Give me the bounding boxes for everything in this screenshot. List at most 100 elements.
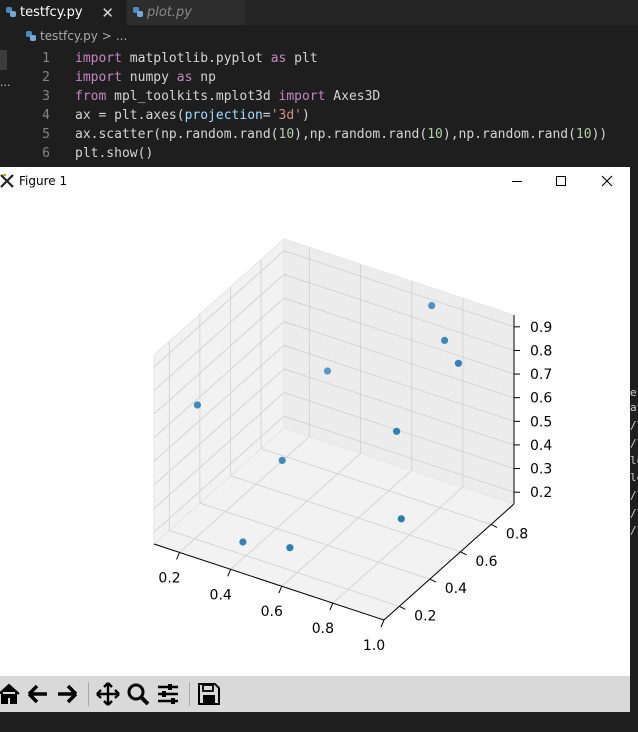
breadcrumb-file[interactable]: testfcy.py: [40, 29, 98, 43]
tab-label: testfcy.py: [20, 5, 83, 20]
scatter-point: [397, 515, 405, 523]
line-number: 3: [42, 89, 50, 104]
code-line[interactable]: 1 import matplotlib.pyplot as plt: [0, 49, 638, 68]
y-tick-label: 0.2: [414, 608, 436, 624]
code-token: ax = plt.axes(: [75, 108, 185, 123]
x-tick-label: 1.0: [363, 638, 385, 654]
panel-text-fragment: /l: [630, 437, 638, 450]
scatter-point: [278, 456, 286, 464]
line-number: 2: [42, 70, 50, 85]
y-tick-mark: [460, 551, 467, 556]
tab-label: plot.py: [147, 5, 192, 20]
code-line[interactable]: 3 from mpl_toolkits.mplot3d import Axes3D: [0, 87, 638, 106]
pan-icon[interactable]: [95, 681, 121, 707]
scatter-point: [428, 302, 436, 310]
code-line[interactable]: 2 import numpy as np: [0, 68, 638, 87]
code-token: )): [591, 127, 608, 142]
code-text: ax = plt.axes(projection='3d'): [75, 106, 310, 125]
code-token: import: [75, 51, 122, 66]
code-token: np: [192, 70, 216, 85]
configure-subplots-icon[interactable]: [155, 681, 181, 707]
code-token: import: [278, 89, 326, 104]
line-number: 6: [42, 146, 50, 161]
y-tick-label: 0.4: [445, 581, 467, 597]
z-tick-label: 0.4: [530, 438, 552, 454]
code-token: ),np.random.rand(: [294, 127, 428, 142]
line-number: 4: [42, 108, 50, 123]
code-token: as: [176, 70, 193, 85]
breadcrumb-separator: >: [101, 29, 112, 43]
code-token: mpl_toolkits.mplot3d: [106, 89, 279, 104]
panel-text-fragment: at: [630, 401, 638, 414]
code-token: 10: [575, 127, 592, 142]
home-icon[interactable]: [0, 681, 22, 707]
panel-text-fragment: /l: [630, 507, 638, 520]
panel-text-fragment: /l: [630, 489, 638, 502]
x-tick-mark: [380, 619, 385, 628]
code-token: '3d': [270, 108, 302, 123]
save-icon[interactable]: [196, 681, 222, 707]
toolbar-separator: [189, 682, 190, 706]
panel-text-fragment: /l: [630, 524, 638, 537]
code-token: import: [75, 70, 122, 85]
code-line[interactable]: 6 plt.show(): [0, 144, 638, 163]
x-tick-label: 0.4: [210, 587, 232, 603]
x-tick-label: 0.8: [312, 621, 334, 637]
code-token: =: [262, 108, 271, 123]
forward-icon[interactable]: [54, 681, 80, 707]
axes-panes: [153, 237, 515, 621]
z-tick-label: 0.8: [530, 343, 552, 359]
z-tick-label: 0.6: [530, 391, 552, 407]
x-tick-mark: [227, 569, 232, 577]
scatter-point: [193, 401, 201, 409]
back-icon[interactable]: [25, 681, 51, 707]
x-tick-label: 0.2: [158, 570, 180, 586]
code-editor[interactable]: 1 import matplotlib.pyplot as plt 2 import …: [0, 49, 638, 163]
editor-background: [0, 712, 638, 732]
z-tick-label: 0.5: [530, 414, 552, 430]
x-tick-mark: [176, 552, 181, 560]
code-token: 10: [427, 127, 443, 142]
python-file-icon: [26, 31, 36, 41]
code-token: from: [75, 89, 107, 104]
x-tick-mark: [278, 586, 283, 594]
code-line[interactable]: 4 ax = plt.axes(projection='3d'): [0, 106, 638, 125]
navigation-toolbar: [0, 676, 630, 712]
code-line[interactable]: 5 ax.scatter(np.random.rand(10),np.random…: [0, 125, 638, 144]
code-token: as: [270, 51, 287, 66]
panel-text-fragment: le: [630, 454, 638, 467]
figure-window: Figure 1 0.2 0.4 0.6 0.8 1.0 0.2 0.4 0.6 0.8 0.2 0…: [0, 167, 630, 712]
panel-text-fragment: le: [630, 471, 638, 484]
tab-testfcy-py[interactable]: testfcy.py ✕: [0, 0, 126, 25]
y-tick-mark: [490, 524, 498, 528]
y-tick-label: 0.8: [506, 526, 528, 542]
code-text: plt.show(): [75, 144, 153, 163]
code-text: import numpy as np: [75, 68, 216, 87]
code-text: ax.scatter(np.random.rand(10),np.random.…: [75, 125, 607, 144]
z-tick-label: 0.7: [530, 367, 552, 383]
line-number: 1: [42, 51, 50, 66]
code-token: ax.scatter(np.random.rand(: [75, 127, 279, 142]
code-text: import matplotlib.pyplot as plt: [75, 49, 318, 68]
code-token: plt: [286, 51, 318, 66]
panel-text-fragment: /l: [630, 419, 638, 432]
y-tick-label: 0.6: [475, 554, 497, 570]
scatter-point: [441, 336, 449, 344]
toolbar-separator: [88, 682, 89, 706]
scatter-3d-plot[interactable]: 0.2 0.4 0.6 0.8 1.0 0.2 0.4 0.6 0.8 0.2 0.3 0.4 0.5 0…: [0, 167, 630, 676]
close-tab-icon[interactable]: ✕: [101, 4, 114, 22]
z-tick-label: 0.3: [530, 462, 552, 478]
scatter-point: [393, 427, 401, 435]
breadcrumb-rest[interactable]: ...: [116, 29, 127, 43]
line-number: 5: [42, 127, 50, 142]
code-token: ): [302, 108, 310, 123]
code-token: projection: [184, 108, 263, 123]
y-tick-mark: [399, 605, 406, 610]
code-token: Axes3D: [325, 89, 381, 104]
zoom-icon[interactable]: [125, 681, 151, 707]
breadcrumb: testfcy.py > ...: [26, 29, 127, 43]
code-token: plt.show(): [75, 146, 154, 161]
scatter-point: [323, 367, 332, 375]
tab-plot-py[interactable]: plot.py: [127, 0, 245, 25]
scatter-point: [454, 359, 462, 367]
